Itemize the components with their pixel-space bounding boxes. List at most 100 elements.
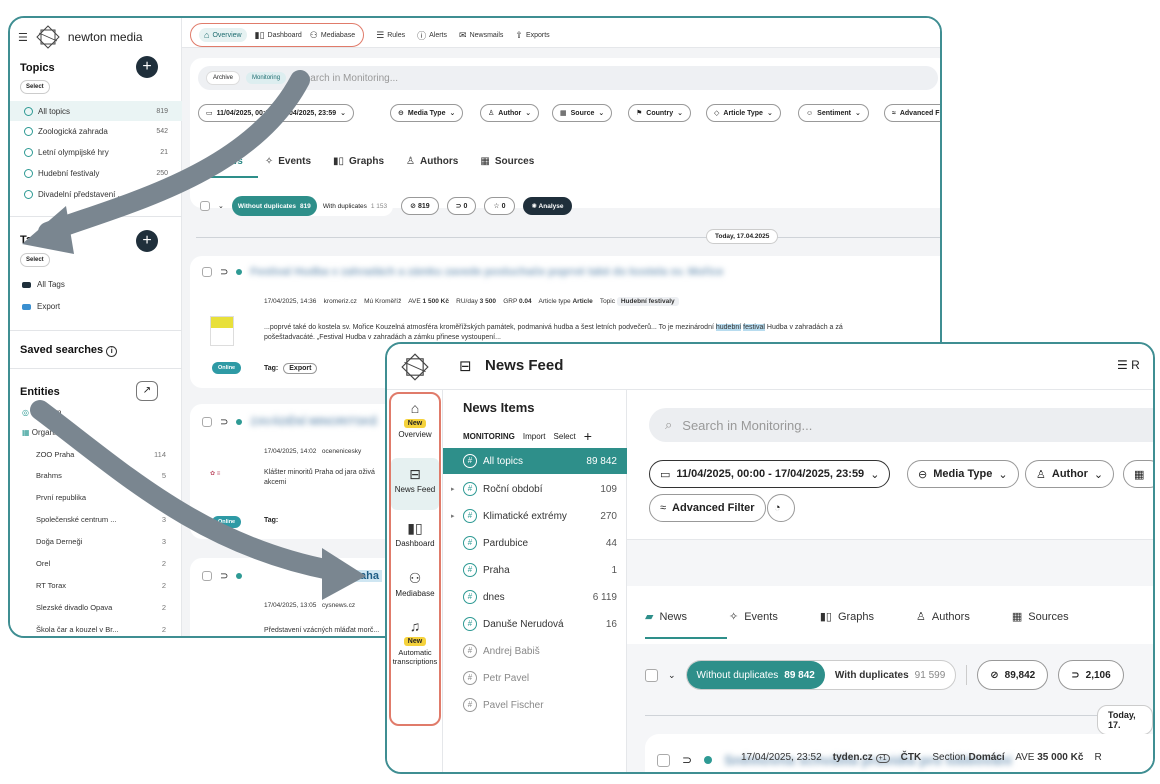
expand-icon[interactable]: ▸ — [451, 485, 455, 493]
select-all-checkbox[interactable] — [200, 201, 210, 211]
article-title[interactable]: ZAVÁDĚNÍ MINORITSKÉ — [250, 416, 378, 428]
topic-item[interactable]: ▸ # Roční období 109 — [443, 476, 627, 502]
entity-item[interactable]: Společenské centrum ... 3 — [36, 515, 166, 524]
add-topic-button[interactable]: + — [136, 56, 158, 78]
author-filter[interactable]: ♙ Author ⌄ — [1025, 460, 1115, 488]
topic-item[interactable]: Zoologická zahrada 542 — [10, 121, 182, 141]
select-all-checkbox[interactable] — [645, 668, 658, 682]
tags-select-button[interactable]: Select — [20, 253, 50, 267]
rail-news-feed[interactable]: ⊟ News Feed — [391, 458, 439, 510]
source-filter[interactable]: ▦ — [1123, 460, 1153, 488]
advanced-filter[interactable]: ≈ Advanced Filter — [649, 494, 766, 522]
select-button[interactable]: Select — [554, 432, 576, 441]
monitoring-tab[interactable]: Monitoring — [246, 72, 287, 84]
nav-newsmails[interactable]: ✉ Newsmails — [459, 30, 503, 41]
entity-type-organization[interactable]: ▦ Organization — [22, 428, 77, 437]
nav-rules[interactable]: ☰ Rules — [376, 30, 405, 41]
tab-graphs[interactable]: ▮▯ Graphs — [820, 610, 874, 624]
tab-authors[interactable]: ♙ Authors — [916, 610, 970, 624]
tab-graphs[interactable]: ▮▯ Graphs — [333, 156, 384, 167]
bookmark-count-pill[interactable]: ⊃ 0 — [446, 197, 477, 215]
topic-item[interactable]: # Pavel Fischer — [443, 692, 627, 718]
tab-news[interactable]: ▰ News — [204, 156, 243, 167]
chevron-down-icon[interactable]: ⌄ — [668, 670, 676, 681]
search-input[interactable]: ⌕ Search in Monitoring... — [649, 408, 1153, 442]
topic-item[interactable]: # Pardubice 44 — [443, 530, 627, 556]
entity-item[interactable]: První republika 3 — [36, 493, 166, 502]
topic-item[interactable]: # All topics 89 842 — [443, 448, 627, 474]
with-duplicates-button[interactable]: With duplicates 1 153 — [317, 203, 393, 210]
star-count-pill[interactable]: ☆ 0 — [484, 197, 515, 215]
entity-item[interactable]: Orel 2 — [36, 559, 166, 568]
article-checkbox[interactable] — [202, 571, 212, 581]
entity-item[interactable]: Slezské divadlo Opava 2 — [36, 603, 166, 612]
topic-item[interactable]: Divadelní představení ... 7 — [10, 184, 182, 204]
entity-type-location[interactable]: ◎ Location — [22, 408, 61, 417]
nav-mediabase[interactable]: ⚇ Mediabase — [310, 30, 355, 41]
article-type-filter[interactable]: ◇ Article Type ⌄ — [706, 104, 781, 122]
tag-item[interactable]: All Tags — [22, 280, 65, 289]
tab-events[interactable]: ✧ Events — [265, 156, 311, 167]
topic-item[interactable]: All topics 819 — [10, 101, 182, 121]
topic-item[interactable]: Letní olympijské hry 21 — [10, 142, 182, 162]
tab-news[interactable]: ▰ News — [645, 610, 687, 624]
date-filter[interactable]: ▭ 11/04/2025, 00:00 - 17/04/2025, 23:59 ⌄ — [198, 104, 354, 122]
with-duplicates-button[interactable]: With duplicates 91 599 — [825, 670, 955, 681]
entity-item[interactable]: ZOO Praha 114 — [36, 450, 166, 459]
rail-overview[interactable]: ⌂ New Overview — [391, 400, 439, 439]
add-topic-button[interactable]: + — [584, 428, 592, 444]
article-source[interactable]: cysnews.cz — [322, 602, 355, 609]
entity-item[interactable]: Doğa Derneği 3 — [36, 537, 166, 546]
article-source[interactable]: kromeriz.cz — [324, 298, 357, 305]
article-title[interactable]: Festival Hudba v zahradách a zámku zaved… — [250, 266, 723, 278]
bookmark-count-pill[interactable]: ⊃ 2,106 — [1058, 660, 1124, 690]
rail-dashboard[interactable]: ▮▯ Dashboard — [391, 520, 439, 548]
open-entities-icon[interactable]: ↗ — [136, 381, 158, 401]
topics-select-button[interactable]: Select — [20, 80, 50, 94]
nav-overview[interactable]: ⌂ Overview — [199, 28, 247, 42]
saved-searches-heading[interactable]: Saved searches i — [20, 344, 118, 357]
rail-transcriptions[interactable]: ♫ New Automatic transcriptions — [391, 618, 439, 666]
tab-authors[interactable]: ♙ Authors — [406, 156, 458, 167]
archive-tab[interactable]: Archive — [206, 71, 241, 85]
topic-item[interactable]: # Andrej Babiš — [443, 638, 627, 664]
tab-sources[interactable]: ▦ Sources — [480, 156, 534, 167]
sentiment-filter[interactable]: ☺ Sentiment ⌄ — [798, 104, 869, 122]
topic-item[interactable]: # Petr Pavel — [443, 665, 627, 691]
article-source[interactable]: ocenenicesky — [322, 448, 361, 455]
media-type-filter[interactable]: ⊖ Media Type ⌄ — [907, 460, 1019, 488]
chevron-down-icon[interactable]: ⌄ — [218, 202, 224, 210]
expand-icon[interactable]: ▸ — [451, 512, 455, 520]
menu-icon[interactable]: ☰ — [18, 31, 28, 44]
country-filter[interactable]: ⚑ Country ⌄ — [628, 104, 691, 122]
saved-filter-button[interactable]: ◔ — [767, 494, 795, 522]
article-source[interactable]: tyden.cz — [833, 752, 873, 763]
entity-item[interactable]: RT Torax 2 — [36, 581, 166, 590]
hidden-count-pill[interactable]: ⊘ 89,842 — [977, 660, 1049, 690]
nav-exports[interactable]: ⇪ Exports — [515, 30, 549, 41]
duplicates-badge[interactable]: +1 — [875, 754, 890, 763]
advanced-filter[interactable]: ≈ Advanced F — [884, 104, 940, 122]
label-icon[interactable]: ⊃ — [220, 267, 228, 278]
topic-item[interactable]: ▸ # Klimatické extrémy 270 — [443, 503, 627, 529]
topic-item[interactable]: # Praha 1 — [443, 557, 627, 583]
article-tag[interactable]: Export — [283, 363, 318, 374]
label-icon[interactable]: ⊃ — [220, 571, 228, 582]
analyse-button[interactable]: ✺ Analyse — [522, 197, 573, 215]
topic-item[interactable]: # Danuše Nerudová 16 — [443, 611, 627, 637]
tab-events[interactable]: ✧ Events — [729, 610, 778, 624]
article-checkbox[interactable] — [202, 267, 212, 277]
add-tag-button[interactable]: + — [136, 230, 158, 252]
topic-item[interactable]: Hudební festivaly 250 — [10, 163, 182, 183]
media-type-filter[interactable]: ⊖ Media Type ⌄ — [390, 104, 464, 122]
import-button[interactable]: Import — [523, 432, 546, 441]
topic-item[interactable]: # dnes 6 119 — [443, 584, 627, 610]
date-filter[interactable]: ▭ 11/04/2025, 00:00 - 17/04/2025, 23:59 ⌄ — [649, 460, 891, 488]
author-filter[interactable]: ♙ Author ⌄ — [480, 104, 540, 122]
without-duplicates-button[interactable]: Without duplicates 819 — [231, 196, 317, 216]
rules-link[interactable]: ☰ R — [1117, 358, 1140, 372]
article-checkbox[interactable] — [202, 417, 212, 427]
source-filter[interactable]: ▦ Source ⌄ — [552, 104, 613, 122]
without-duplicates-button[interactable]: Without duplicates 89 842 — [686, 661, 825, 689]
article-title[interactable]: Praha — [345, 570, 382, 582]
